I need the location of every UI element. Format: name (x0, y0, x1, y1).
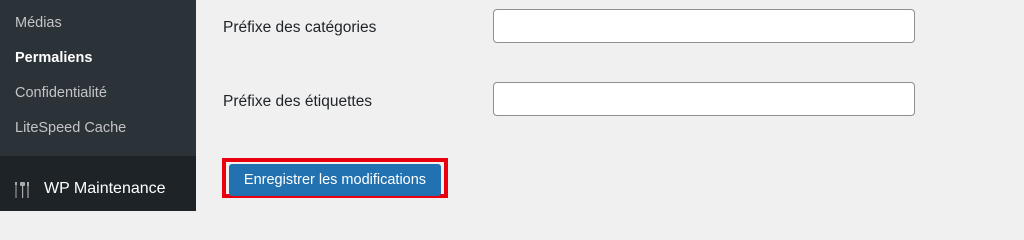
maintenance-tools-icon (13, 180, 33, 200)
submenu-item-medias[interactable]: Médias (15, 15, 62, 31)
submenu-item-confidentialite[interactable]: Confidentialité (15, 85, 107, 101)
permalinks-settings-content: Préfixe des catégories Préfixe des étiqu… (196, 0, 1024, 211)
save-changes-button[interactable]: Enregistrer les modifications (229, 164, 441, 196)
submenu-item-litespeed-cache[interactable]: LiteSpeed Cache (15, 120, 126, 136)
menu-item-wp-maintenance[interactable]: WP Maintenance (0, 156, 196, 211)
category-base-label: Préfixe des catégories (223, 19, 377, 36)
submenu-item-permaliens[interactable]: Permaliens (15, 50, 92, 66)
settings-submenu: Médias Permaliens Confidentialité LiteSp… (0, 0, 196, 156)
category-base-input[interactable] (493, 9, 915, 43)
tag-base-input[interactable] (493, 82, 915, 116)
tag-base-label: Préfixe des étiquettes (223, 93, 373, 110)
admin-sidebar: Médias Permaliens Confidentialité LiteSp… (0, 0, 196, 211)
menu-item-label: WP Maintenance (44, 180, 166, 197)
